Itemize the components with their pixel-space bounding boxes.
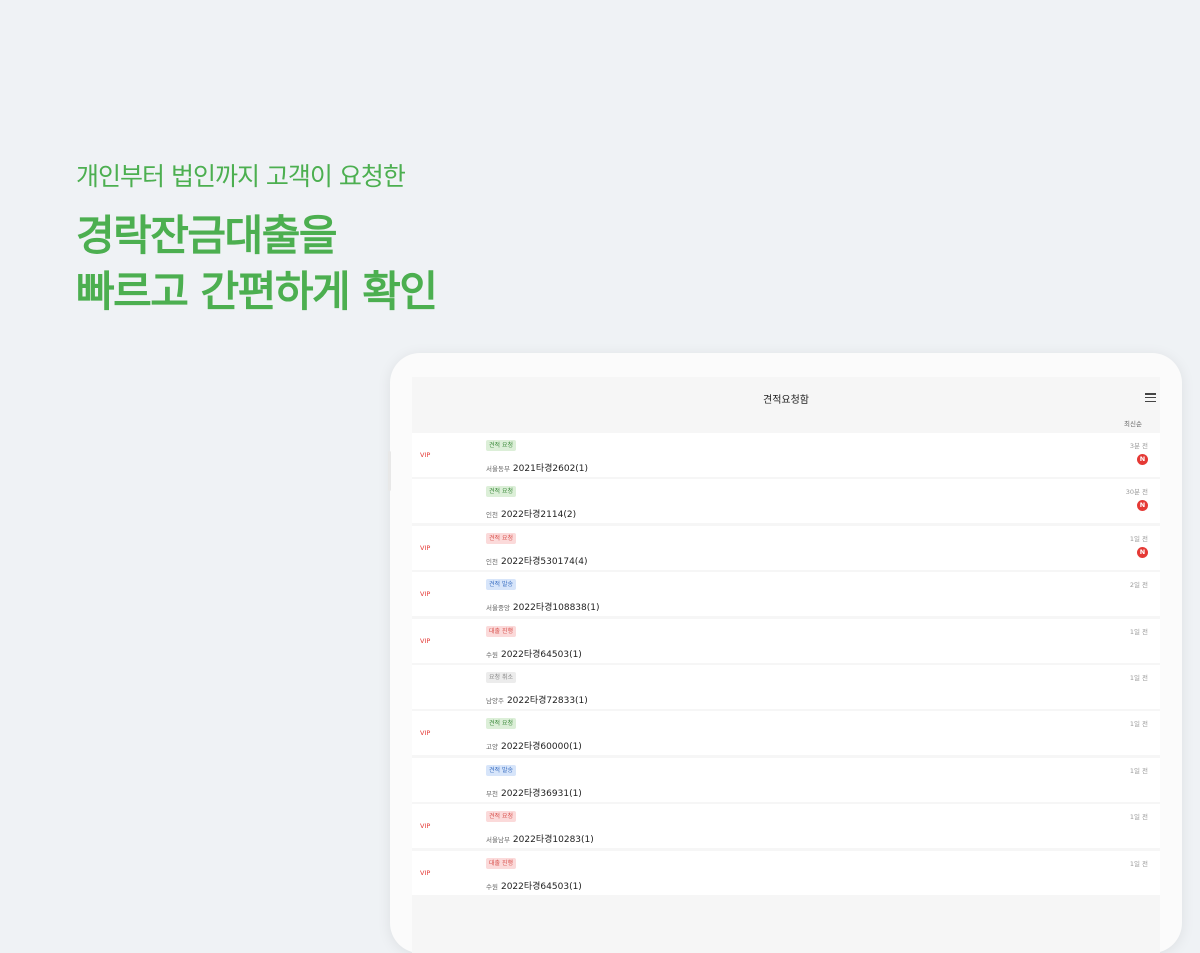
status-badge: 견적 요청 <box>486 440 516 451</box>
case-info: 인천 2022타경530174(4) <box>486 549 588 568</box>
promo-headline: 개인부터 법인까지 고객이 요청한 경락잔금대출을 빠르고 간편하게 확인 <box>76 158 438 320</box>
court-name: 서울중앙 <box>486 604 510 613</box>
sort-dropdown[interactable]: 최신순 <box>1124 418 1142 428</box>
case-info: 인천 2022타경2114(2) <box>486 502 576 521</box>
request-time: 30분 전 <box>1125 488 1148 497</box>
vip-label: VIP <box>420 729 431 738</box>
case-number: 2022타경10283(1) <box>512 835 594 846</box>
court-name: 고양 <box>486 743 498 752</box>
request-list: VIP 견적 요청 서울동부 2021타경2602(1) 3분 전 N 견적 요청 인천 202… <box>412 433 1160 897</box>
case-info: 서울중앙 2022타경108838(1) <box>486 595 600 614</box>
case-info: 서울남부 2022타경10283(1) <box>486 827 594 846</box>
request-time: 1일 전 <box>1129 534 1148 543</box>
request-row[interactable]: VIP 대출 진행수원 2022타경64503(1) 1일 전 <box>412 850 1160 895</box>
case-info: 수원 2022타경64503(1) <box>486 642 582 661</box>
status-badge: 요청 취소 <box>486 671 516 683</box>
court-name: 수원 <box>486 650 498 659</box>
request-row[interactable]: 견적 요청인천 2022타경2114(2) 30분 전 N <box>412 479 1160 524</box>
request-row[interactable]: 견적 발송부천 2022타경36931(1) 1일 전 <box>412 757 1160 802</box>
court-name: 서울동부 <box>486 465 510 473</box>
status-badge: 대출 진행 <box>486 625 516 637</box>
new-badge: N <box>1137 500 1148 512</box>
request-time: 2일 전 <box>1129 581 1148 590</box>
vip-label: VIP <box>420 868 431 877</box>
request-row[interactable]: VIP 견적 요청서울남부 2022타경10283(1) 1일 전 <box>412 804 1160 849</box>
new-badge: N <box>1137 546 1148 558</box>
court-name: 수원 <box>486 882 498 891</box>
request-time: 1일 전 <box>1129 627 1148 636</box>
case-info: 부천 2022타경36931(1) <box>486 781 582 800</box>
request-time: 1일 전 <box>1129 766 1148 775</box>
app-header: 견적요청함 <box>412 377 1160 417</box>
status-badge: 견적 발송 <box>486 579 516 591</box>
request-row[interactable]: 요청 취소남양주 2022타경72833(1) 1일 전 <box>412 664 1160 709</box>
vip-label: VIP <box>420 822 431 831</box>
promo-title: 경락잔금대출을 빠르고 간편하게 확인 <box>76 208 438 320</box>
vip-label: VIP <box>420 636 431 645</box>
vip-label: VIP <box>420 451 431 459</box>
request-time: 3분 전 <box>1129 442 1148 450</box>
case-info: 남양주 2022타경72833(1) <box>486 688 588 707</box>
court-name: 인천 <box>486 557 498 566</box>
status-badge: 견적 요청 <box>486 486 516 498</box>
court-name: 인천 <box>486 511 498 520</box>
request-time: 1일 전 <box>1129 673 1148 682</box>
case-number: 2022타경36931(1) <box>500 788 582 799</box>
status-badge: 견적 요청 <box>486 532 516 544</box>
request-row[interactable]: VIP 대출 진행수원 2022타경64503(1) 1일 전 <box>412 618 1160 663</box>
request-row[interactable]: VIP 견적 요청고양 2022타경60000(1) 1일 전 <box>412 711 1160 756</box>
case-number: 2022타경64503(1) <box>500 881 582 892</box>
case-number: 2022타경60000(1) <box>500 742 582 753</box>
case-number: 2022타경64503(1) <box>500 649 582 660</box>
case-info: 서울동부 2021타경2602(1) <box>486 456 588 475</box>
request-time: 1일 전 <box>1129 859 1148 868</box>
status-badge: 견적 발송 <box>486 764 516 776</box>
case-info: 수원 2022타경64503(1) <box>486 874 582 893</box>
status-badge: 대출 진행 <box>486 857 516 869</box>
request-row[interactable]: VIP 견적 발송서울중앙 2022타경108838(1) 2일 전 <box>412 572 1160 617</box>
status-badge: 견적 요청 <box>486 718 516 730</box>
request-row[interactable]: VIP 견적 요청인천 2022타경530174(4) 1일 전 N <box>412 525 1160 570</box>
menu-icon[interactable] <box>1145 393 1156 403</box>
court-name: 서울남부 <box>486 836 510 845</box>
promo-subtitle: 개인부터 법인까지 고객이 요청한 <box>76 162 406 191</box>
vip-label: VIP <box>420 590 431 599</box>
new-badge: N <box>1137 454 1148 465</box>
case-number: 2021타경2602(1) <box>512 464 589 474</box>
court-name: 남양주 <box>486 696 504 705</box>
tablet-frame: 견적요청함 최신순 VIP 견적 요청 서울동부 2021타경2602(1) 3분 전N… <box>388 353 1182 953</box>
court-name: 부천 <box>486 789 498 798</box>
request-time: 1일 전 <box>1129 813 1148 822</box>
case-number: 2022타경2114(2) <box>500 510 577 521</box>
app-screen: 견적요청함 최신순 VIP 견적 요청 서울동부 2021타경2602(1) 3분 전N… <box>412 377 1160 953</box>
promo-title-line2: 빠르고 간편하게 확인 <box>76 267 438 316</box>
case-number: 2022타경530174(4) <box>500 556 588 567</box>
promo-title-line1: 경락잔금대출을 <box>76 211 337 260</box>
request-time: 1일 전 <box>1129 720 1148 729</box>
case-number: 2022타경108838(1) <box>512 603 600 614</box>
status-badge: 견적 요청 <box>486 811 516 823</box>
app-title: 견적요청함 <box>763 395 809 406</box>
request-row[interactable]: VIP 견적 요청서울동부 2021타경2602(1) 3분 전 N <box>412 433 1160 477</box>
case-info: 고양 2022타경60000(1) <box>486 734 582 753</box>
case-number: 2022타경72833(1) <box>506 695 588 706</box>
tablet-side-button <box>388 451 391 491</box>
vip-label: VIP <box>420 543 431 552</box>
